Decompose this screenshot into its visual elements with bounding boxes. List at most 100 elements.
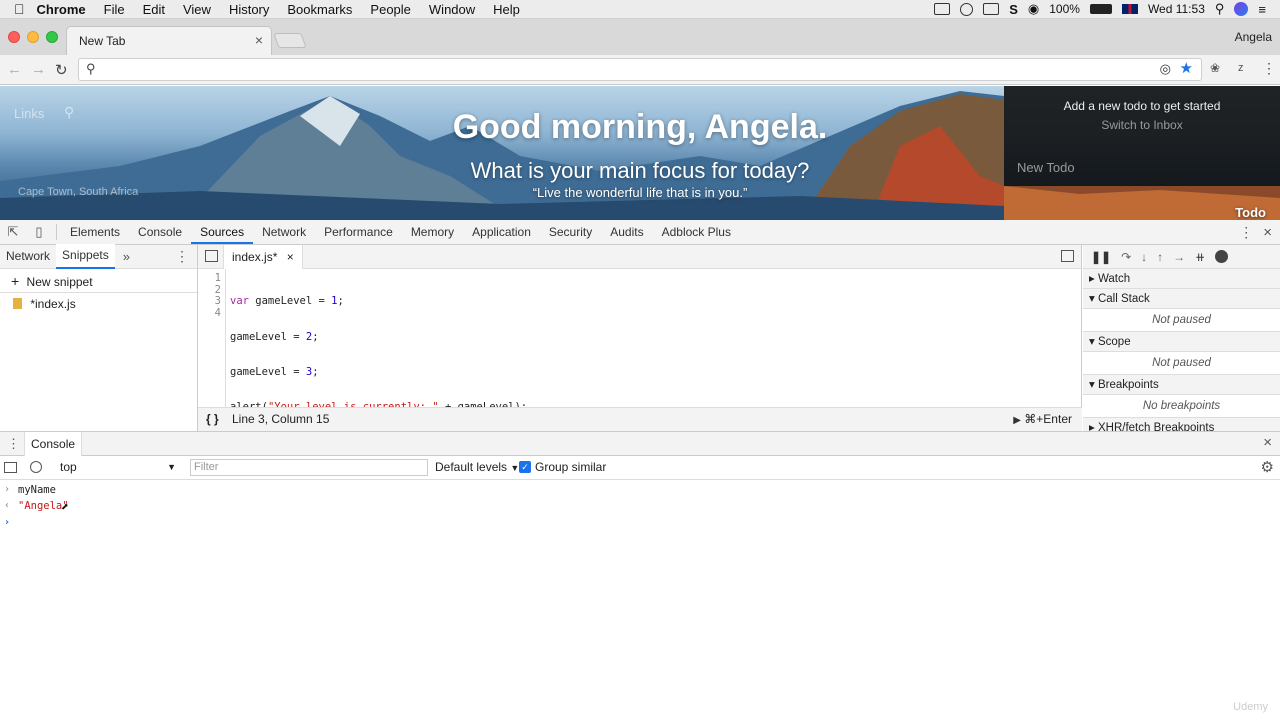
- forward-icon[interactable]: →: [31, 61, 46, 78]
- inspect-element-icon[interactable]: ⇱: [0, 224, 26, 240]
- tab-application[interactable]: Application: [463, 220, 540, 244]
- step-icon[interactable]: →: [1173, 250, 1185, 264]
- clear-console-icon[interactable]: [30, 461, 42, 473]
- code-line[interactable]: gameLevel = 3;: [230, 366, 527, 379]
- context-select[interactable]: top ▼: [56, 456, 180, 479]
- reload-icon[interactable]: ↻: [55, 61, 68, 79]
- watch-section[interactable]: ▸ Watch: [1083, 269, 1280, 289]
- apple-icon[interactable]: : [0, 1, 33, 17]
- extension-z-icon[interactable]: z: [1238, 62, 1244, 74]
- console-sidebar-icon[interactable]: [4, 462, 17, 473]
- close-drawer-icon[interactable]: ×: [1263, 434, 1272, 451]
- menu-people[interactable]: People: [361, 2, 419, 17]
- device-toolbar-icon[interactable]: ▯: [26, 224, 52, 240]
- omnibox[interactable]: ⚲ ◎ ★: [78, 58, 1202, 81]
- uk-flag-icon[interactable]: [1121, 4, 1138, 14]
- tab-network[interactable]: Network: [253, 220, 315, 244]
- tab-adblock-plus[interactable]: Adblock Plus: [653, 220, 740, 244]
- tab-performance[interactable]: Performance: [315, 220, 402, 244]
- menu-edit[interactable]: Edit: [134, 2, 174, 17]
- new-todo-input[interactable]: New Todo: [1017, 160, 1075, 175]
- profile-name[interactable]: Angela: [1235, 30, 1272, 44]
- close-tab-icon[interactable]: ×: [255, 32, 263, 48]
- menu-app-chrome[interactable]: Chrome: [33, 2, 95, 17]
- xhr-breakpoints-section[interactable]: ▸ XHR/fetch Breakpoints: [1083, 418, 1280, 431]
- tab-elements[interactable]: Elements: [61, 220, 129, 244]
- sync-icon[interactable]: [960, 2, 974, 16]
- tab-sources[interactable]: Sources: [191, 220, 254, 244]
- toggle-navigator-icon[interactable]: [205, 250, 218, 262]
- wifi-icon[interactable]: ◉: [1028, 1, 1039, 17]
- console-prompt[interactable]: ›: [0, 515, 1280, 531]
- step-out-icon[interactable]: ↑: [1157, 250, 1163, 264]
- tab-audits[interactable]: Audits: [601, 220, 652, 244]
- console-output[interactable]: › myName ‹ "Angela" › ⬈ Udemy: [0, 480, 1280, 720]
- battery-icon[interactable]: [1089, 4, 1112, 14]
- tab-console[interactable]: Console: [129, 220, 191, 244]
- menu-file[interactable]: File: [95, 2, 134, 17]
- nav-tab-snippets[interactable]: Snippets: [56, 244, 115, 269]
- menu-view[interactable]: View: [174, 2, 220, 17]
- console-filter-input[interactable]: Filter: [190, 459, 428, 476]
- console-settings-gear-icon[interactable]: ⚙: [1261, 458, 1274, 476]
- bookmark-star-icon[interactable]: ★: [1180, 59, 1193, 77]
- breakpoints-section[interactable]: ▾ Breakpoints: [1083, 375, 1280, 395]
- file-tab-index-js[interactable]: index.js* ×: [223, 245, 303, 269]
- battery-percent[interactable]: 100%: [1049, 2, 1080, 16]
- snippet-item[interactable]: *index.js: [0, 293, 197, 315]
- more-tabs-icon[interactable]: »: [115, 249, 138, 264]
- new-tab-button[interactable]: [273, 33, 307, 48]
- navigator-menu-icon[interactable]: ⋮: [175, 248, 197, 265]
- group-similar-checkbox[interactable]: ✓: [519, 461, 531, 473]
- back-icon[interactable]: ←: [7, 61, 22, 78]
- tab-memory[interactable]: Memory: [402, 220, 463, 244]
- scope-section[interactable]: ▾ Scope: [1083, 332, 1280, 352]
- pause-icon[interactable]: ❚❚: [1091, 250, 1111, 264]
- group-similar-label[interactable]: Group similar: [535, 456, 606, 479]
- line-number[interactable]: 1: [198, 272, 221, 285]
- display-icon[interactable]: [983, 3, 1000, 15]
- line-number[interactable]: 4: [198, 307, 221, 320]
- pretty-print-icon[interactable]: { }: [206, 408, 219, 431]
- location-target-icon[interactable]: ◎: [1160, 61, 1171, 77]
- code-line[interactable]: gameLevel = 2;: [230, 331, 527, 344]
- console-input-line[interactable]: › myName: [0, 482, 1280, 498]
- code-line[interactable]: var gameLevel = 1;: [230, 296, 527, 308]
- log-levels-select[interactable]: Default levels ▼: [435, 456, 519, 480]
- step-over-icon[interactable]: ↷: [1121, 250, 1131, 264]
- tab-new-tab[interactable]: New Tab ×: [66, 26, 272, 55]
- extension-bug-icon[interactable]: ❀: [1210, 61, 1220, 75]
- spotlight-icon[interactable]: ⚲: [1215, 1, 1225, 17]
- photo-location[interactable]: Cape Town, South Africa: [18, 186, 138, 198]
- notification-center-icon[interactable]: ≡: [1258, 2, 1266, 17]
- menu-history[interactable]: History: [220, 2, 278, 17]
- toggle-debugger-icon[interactable]: [1061, 250, 1074, 262]
- nav-tab-network[interactable]: Network: [0, 245, 56, 268]
- menu-bookmarks[interactable]: Bookmarks: [278, 2, 361, 17]
- call-stack-section[interactable]: ▾ Call Stack: [1083, 289, 1280, 309]
- drawer-tab-console[interactable]: Console: [24, 432, 83, 456]
- screen-record-icon[interactable]: [934, 3, 951, 15]
- clock[interactable]: Wed 11:53: [1148, 2, 1205, 16]
- pause-on-exceptions-icon[interactable]: [1215, 250, 1229, 263]
- chrome-menu-icon[interactable]: ⋮: [1262, 60, 1276, 77]
- minimize-window-button[interactable]: [27, 31, 39, 43]
- step-into-icon[interactable]: ↓: [1141, 250, 1147, 264]
- run-snippet-button[interactable]: ▶ ⌘+Enter: [1013, 408, 1072, 432]
- close-window-button[interactable]: [8, 31, 20, 43]
- drawer-menu-icon[interactable]: ⋮: [7, 436, 20, 452]
- console-result-line[interactable]: ‹ "Angela": [0, 498, 1280, 514]
- close-file-icon[interactable]: ×: [287, 250, 294, 264]
- tab-security[interactable]: Security: [540, 220, 601, 244]
- switch-to-inbox-link[interactable]: Switch to Inbox: [1004, 118, 1280, 132]
- siri-icon[interactable]: [1234, 2, 1249, 16]
- deactivate-breakpoints-icon[interactable]: ⧺: [1195, 250, 1205, 264]
- skype-icon[interactable]: S: [1009, 2, 1018, 17]
- menu-window[interactable]: Window: [420, 2, 484, 17]
- close-devtools-icon[interactable]: ×: [1263, 224, 1280, 241]
- devtools-menu-icon[interactable]: ⋮: [1229, 224, 1263, 241]
- todo-toggle-button[interactable]: Todo: [1235, 205, 1266, 220]
- new-snippet-button[interactable]: + New snippet: [0, 269, 197, 293]
- maximize-window-button[interactable]: [46, 31, 58, 43]
- menu-help[interactable]: Help: [484, 2, 529, 17]
